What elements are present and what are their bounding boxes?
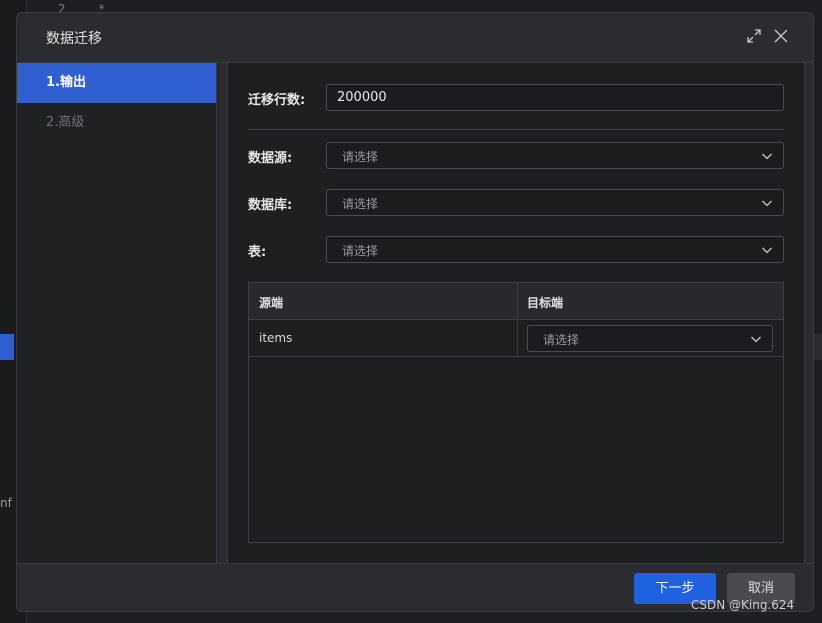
expand-icon[interactable]: [746, 28, 762, 44]
source-field: items: [259, 331, 293, 345]
table-header: 源端 目标端: [249, 283, 783, 320]
database-placeholder: 请选择: [342, 197, 379, 211]
data-migration-dialog: 数据迁移 1.输出 2.高级 迁移行数: 200000 数据源: 请选择 数据库…: [16, 12, 814, 612]
datasource-placeholder: 请选择: [342, 150, 379, 164]
table-label: 表:: [248, 245, 267, 260]
editor-partial-text: nf: [0, 496, 12, 510]
editor-selection-highlight: [0, 334, 14, 360]
dialog-body: 1.输出 2.高级 迁移行数: 200000 数据源: 请选择 数据库: 请选择: [17, 63, 813, 563]
step-output[interactable]: 1.输出: [17, 63, 216, 103]
rows-label: 迁移行数:: [248, 93, 306, 108]
watermark: CSDN @King.624: [691, 598, 795, 612]
table-row: items 请选择: [249, 320, 783, 357]
target-placeholder: 请选择: [543, 333, 580, 347]
dialog-title: 数据迁移: [46, 31, 102, 47]
dialog-header: 数据迁移: [17, 13, 813, 63]
rows-input[interactable]: 200000: [326, 84, 784, 111]
step-content: 迁移行数: 200000 数据源: 请选择 数据库: 请选择 表: 请选择 源端…: [227, 63, 805, 563]
database-label: 数据库:: [248, 198, 293, 213]
header-target: 目标端: [527, 296, 564, 310]
close-icon[interactable]: [773, 28, 789, 44]
form-divider: [248, 129, 784, 130]
chevron-down-icon: [761, 244, 773, 256]
chevron-down-icon: [761, 197, 773, 209]
table-placeholder: 请选择: [342, 244, 379, 258]
datasource-label: 数据源:: [248, 151, 293, 166]
chevron-down-icon: [750, 333, 762, 345]
table-select[interactable]: 请选择: [326, 236, 784, 263]
editor-side-bar: [814, 334, 822, 360]
target-field-select[interactable]: 请选择: [527, 325, 773, 352]
step-sidebar: 1.输出 2.高级: [17, 63, 217, 563]
chevron-down-icon: [761, 150, 773, 162]
step-advanced[interactable]: 2.高级: [17, 103, 216, 143]
header-source: 源端: [259, 296, 284, 310]
field-mapping-table: 源端 目标端 items 请选择: [248, 282, 784, 543]
datasource-select[interactable]: 请选择: [326, 142, 784, 169]
database-select[interactable]: 请选择: [326, 189, 784, 216]
